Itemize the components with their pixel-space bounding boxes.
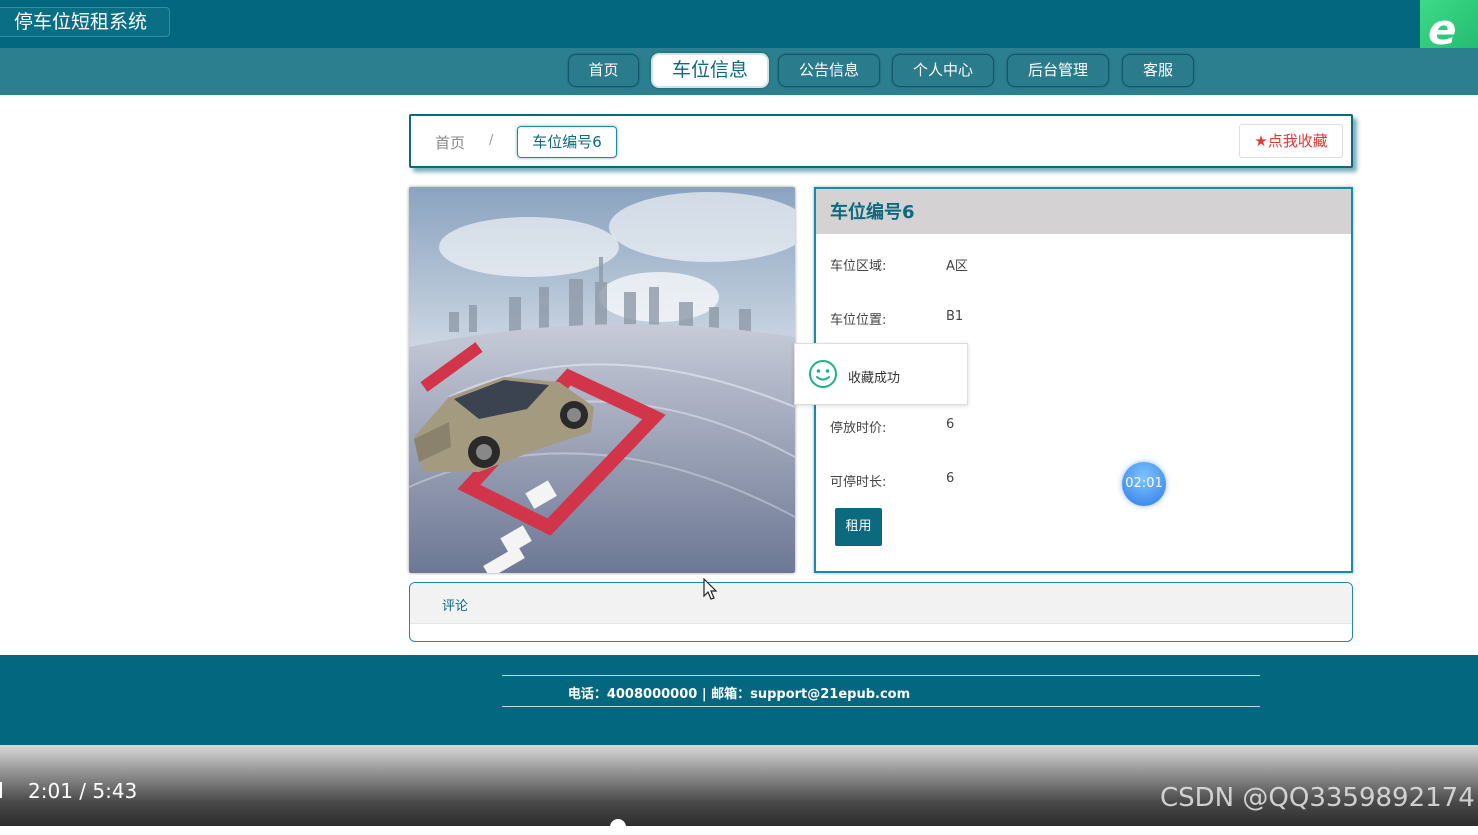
app-title[interactable]: 停车位短租系统 (0, 7, 170, 37)
detail-title: 车位编号6 (816, 189, 1351, 234)
footer-divider-top (502, 675, 1260, 676)
footer-divider-bottom (502, 706, 1260, 707)
field-value-hourly-price: 6 (946, 417, 955, 432)
breadcrumb-current: 车位编号6 (517, 126, 617, 158)
breadcrumb-separator: / (489, 133, 494, 148)
nav-item-parking-info[interactable]: 车位信息 (651, 53, 769, 88)
star-icon: ★ (1254, 132, 1268, 150)
field-label-location: 车位位置: (830, 313, 887, 328)
mouse-cursor-icon (703, 577, 719, 606)
field-label-hourly-price: 停放时价: (830, 421, 887, 436)
field-value-area: A区 (946, 259, 968, 274)
field-value-duration: 6 (946, 471, 955, 486)
nav-item-announcements[interactable]: 公告信息 (778, 54, 880, 87)
field-value-location: B1 (946, 309, 964, 324)
comments-panel: 评论 (409, 582, 1353, 642)
toast-message: 收藏成功 (848, 371, 901, 386)
smile-icon (808, 359, 838, 393)
comments-header: 评论 (410, 583, 1352, 624)
tab-comments[interactable]: 评论 (442, 595, 468, 614)
seek-handle[interactable] (610, 819, 626, 835)
field-label-area: 车位区域: (830, 259, 887, 274)
breadcrumb-home[interactable]: 首页 (435, 132, 465, 153)
nav-item-admin[interactable]: 后台管理 (1007, 54, 1109, 87)
nav-item-home[interactable]: 首页 (568, 54, 639, 87)
video-player-bar: 2:01 / 5:43 CSDN @QQ3359892174 (0, 745, 1478, 835)
success-toast: 收藏成功 (794, 343, 968, 405)
rent-button[interactable]: 租用 (835, 508, 882, 546)
watermark: CSDN @QQ3359892174 (1160, 783, 1475, 813)
parking-spot-image (409, 187, 795, 573)
playback-time: 2:01 / 5:43 (28, 779, 138, 803)
favorite-button[interactable]: ★点我收藏 (1239, 124, 1343, 158)
footer: 电话：4008000000 | 邮箱：support@21epub.com (0, 655, 1478, 745)
nav-item-customer-service[interactable]: 客服 (1122, 54, 1194, 87)
main-nav: 首页 车位信息 公告信息 个人中心 后台管理 客服 (0, 48, 1478, 95)
footer-contact: 电话：4008000000 | 邮箱：support@21epub.com (567, 687, 911, 702)
play-indicator-icon[interactable] (0, 782, 2, 798)
breadcrumb: 首页 / 车位编号6 ★点我收藏 (409, 114, 1353, 168)
field-label-duration: 可停时长: (830, 475, 887, 490)
timer-badge[interactable]: 02:01 (1122, 462, 1166, 506)
top-header: 停车位短租系统 (0, 0, 1478, 48)
favorite-label: 点我收藏 (1267, 132, 1328, 150)
nav-item-personal-center[interactable]: 个人中心 (892, 54, 994, 87)
